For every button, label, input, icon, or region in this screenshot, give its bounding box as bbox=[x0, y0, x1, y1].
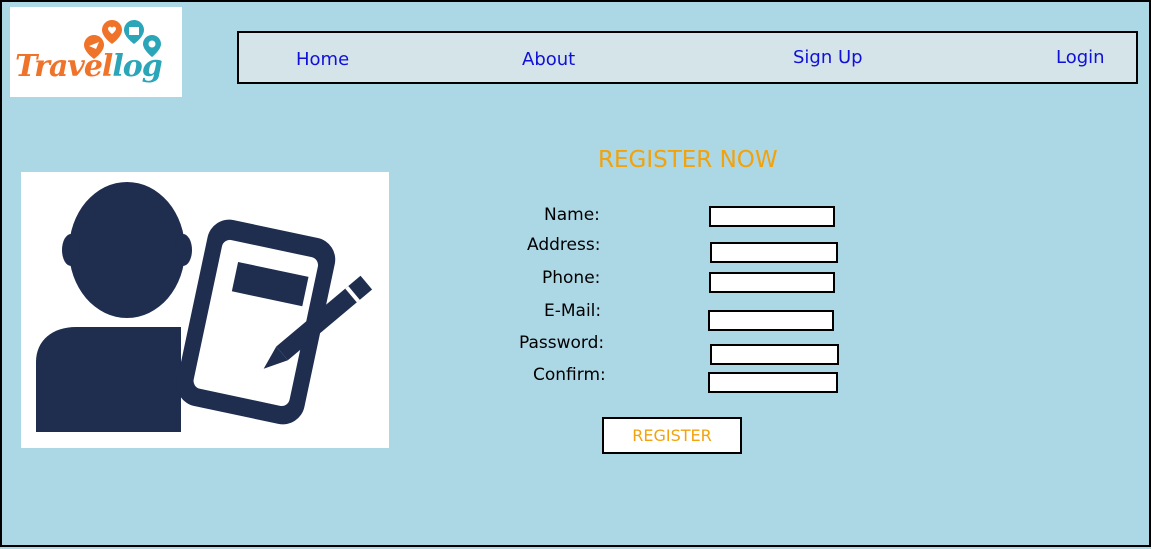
logo-wordmark: Travellog bbox=[15, 49, 163, 84]
name-label: Name: bbox=[544, 205, 600, 225]
nav-login[interactable]: Login bbox=[1056, 33, 1105, 82]
phone-field[interactable] bbox=[709, 272, 835, 293]
main-nav: Home About Sign Up Login bbox=[237, 31, 1138, 84]
password-label: Password: bbox=[519, 333, 605, 353]
confirm-field[interactable] bbox=[708, 372, 838, 393]
address-field[interactable] bbox=[710, 242, 838, 263]
register-illustration bbox=[21, 172, 389, 448]
name-field[interactable] bbox=[709, 206, 835, 227]
address-label: Address: bbox=[527, 235, 601, 255]
travellog-logo[interactable]: Travellog bbox=[10, 7, 182, 97]
email-label: E-Mail: bbox=[544, 301, 602, 321]
header: Travellog Home About Sign Up Login bbox=[0, 0, 1151, 104]
register-button[interactable]: REGISTER bbox=[602, 417, 742, 454]
phone-label: Phone: bbox=[542, 268, 601, 288]
nav-about[interactable]: About bbox=[522, 35, 575, 84]
user-register-icon bbox=[36, 182, 373, 432]
email-field[interactable] bbox=[708, 310, 834, 331]
password-field[interactable] bbox=[710, 344, 839, 365]
nav-sign-up[interactable]: Sign Up bbox=[793, 33, 863, 82]
register-title: REGISTER NOW bbox=[598, 147, 778, 173]
confirm-label: Confirm: bbox=[533, 365, 606, 385]
nav-home[interactable]: Home bbox=[296, 35, 349, 84]
